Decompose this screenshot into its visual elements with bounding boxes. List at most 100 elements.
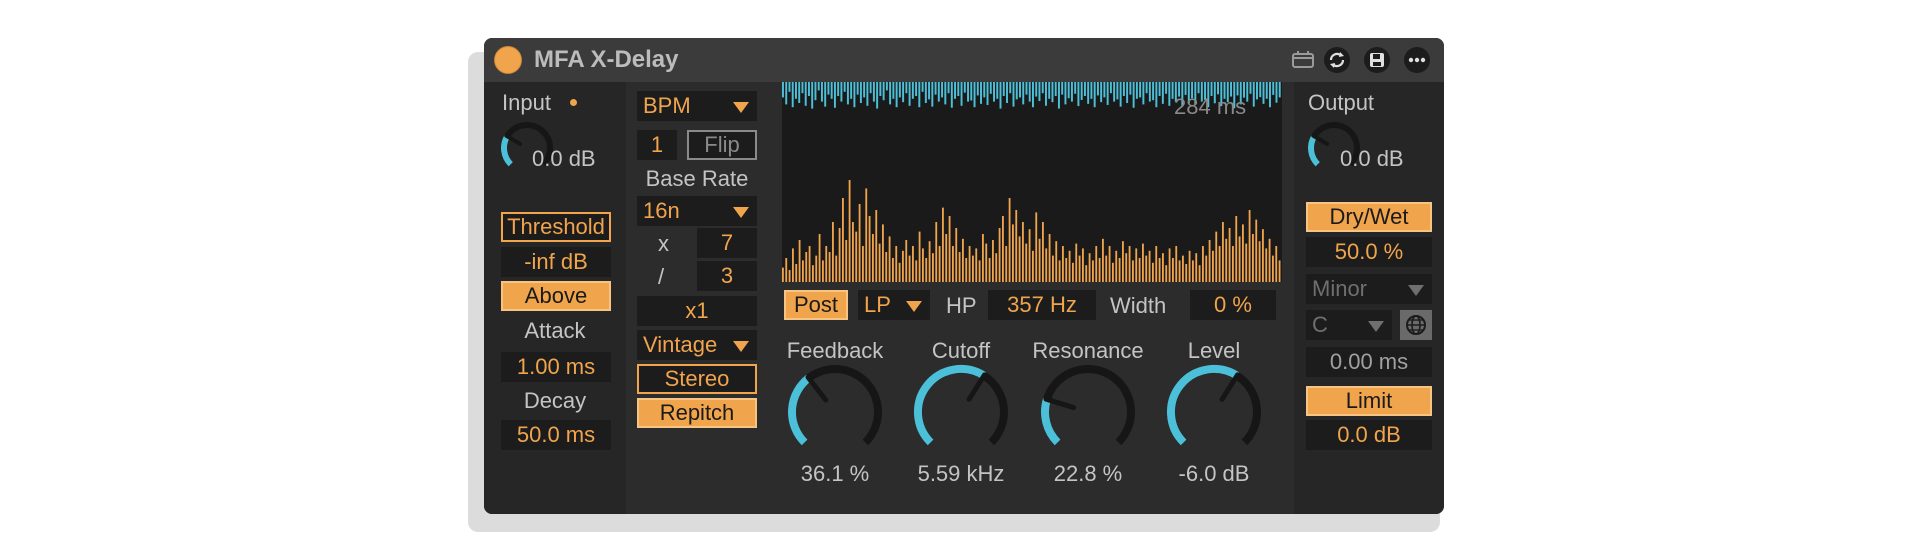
- top-wave-bar: [869, 82, 872, 94]
- above-button[interactable]: Above: [501, 281, 611, 311]
- top-wave-bar: [902, 82, 905, 103]
- bottom-wave-bar: [792, 248, 794, 282]
- feedback-knob[interactable]: [787, 364, 883, 460]
- top-wave-bar: [1002, 82, 1005, 96]
- input-gain-value: 0.0 dB: [532, 146, 596, 171]
- bottom-wave-bar: [902, 250, 904, 282]
- top-wave-bar: [905, 82, 908, 94]
- bottom-wave-bar: [958, 252, 961, 282]
- key-dropdown[interactable]: C: [1306, 310, 1392, 340]
- save-icon[interactable]: [1364, 47, 1390, 73]
- bottom-wave-bar: [1025, 243, 1028, 282]
- bottom-wave-bar: [985, 243, 988, 282]
- limit-button[interactable]: Limit: [1306, 386, 1432, 416]
- threshold-button[interactable]: Threshold: [501, 212, 611, 242]
- sync-mode-dropdown[interactable]: BPM: [637, 91, 757, 121]
- bottom-wave-bar: [1028, 229, 1031, 282]
- bottom-wave-bar: [1062, 246, 1064, 282]
- scale-dropdown[interactable]: Minor: [1306, 274, 1432, 304]
- bottom-wave-bar: [895, 246, 898, 282]
- top-wave-bar: [1168, 82, 1171, 106]
- style-value: Vintage: [643, 332, 718, 357]
- top-wave-bar: [1246, 82, 1249, 102]
- top-wave-bar: [785, 82, 788, 105]
- input-indicator-dot: [570, 99, 577, 106]
- threshold-value[interactable]: -inf dB: [501, 247, 611, 277]
- top-wave-bar: [1249, 82, 1252, 94]
- stereo-button[interactable]: Stereo: [637, 364, 757, 394]
- top-wave-bar: [859, 82, 862, 103]
- style-dropdown[interactable]: Vintage: [637, 330, 757, 360]
- bottom-wave-bar: [838, 228, 841, 282]
- bottom-wave-bar: [878, 243, 881, 282]
- filter-type-dropdown[interactable]: LP: [858, 290, 930, 320]
- dry-wet-value[interactable]: 50.0 %: [1306, 237, 1432, 267]
- repitch-button[interactable]: Repitch: [637, 398, 757, 428]
- bottom-wave-bar: [1235, 216, 1238, 282]
- bottom-wave-bar: [1055, 241, 1058, 282]
- top-wave-bar: [820, 82, 823, 102]
- cutoff-value: 5.59 kHz: [917, 461, 1005, 486]
- top-wave-bar: [1015, 82, 1018, 100]
- bottom-wave-bar: [1265, 248, 1268, 282]
- bottom-wave-bar: [805, 252, 808, 282]
- sync-icon[interactable]: [1324, 47, 1350, 73]
- base-rate-dropdown[interactable]: 16n: [637, 196, 757, 226]
- top-wave-bar: [1054, 82, 1057, 96]
- feedback-label: Feedback: [786, 338, 884, 363]
- bottom-wave-bar: [905, 240, 908, 282]
- top-wave-bar: [1139, 82, 1142, 98]
- post-button[interactable]: Post: [784, 290, 848, 320]
- top-wave-bar: [830, 82, 833, 99]
- bottom-wave-bar: [868, 216, 871, 282]
- count-value[interactable]: 1: [637, 130, 677, 160]
- dry-wet-button[interactable]: Dry/Wet: [1306, 202, 1432, 232]
- width-value[interactable]: 0 %: [1190, 290, 1276, 320]
- top-wave-bar: [1096, 82, 1099, 96]
- decay-value[interactable]: 50.0 ms: [501, 420, 611, 450]
- base-rate-value: 16n: [643, 198, 680, 223]
- device-power-button[interactable]: [494, 46, 522, 74]
- level-label: Level: [1187, 338, 1241, 363]
- top-wave-bar: [1067, 82, 1070, 99]
- resonance-knob[interactable]: [1040, 364, 1136, 460]
- top-wave-bar: [1083, 82, 1086, 96]
- bottom-wave-bar: [865, 188, 868, 282]
- level-knob[interactable]: [1166, 364, 1262, 460]
- clip-icon[interactable]: [1290, 49, 1316, 71]
- bottom-wave-bar: [1075, 243, 1078, 282]
- more-icon[interactable]: [1404, 47, 1430, 73]
- top-wave-bar: [850, 82, 853, 99]
- bottom-wave-bar: [1242, 224, 1244, 282]
- bottom-wave-bar: [1225, 238, 1228, 282]
- limit-value[interactable]: 0.0 dB: [1306, 420, 1432, 450]
- top-wave-bar: [1148, 82, 1151, 102]
- top-wave-bar: [1057, 82, 1060, 109]
- globe-icon[interactable]: [1400, 310, 1432, 340]
- bottom-wave-bar: [1045, 248, 1048, 282]
- top-wave-bar: [879, 82, 882, 96]
- bottom-wave-bar: [872, 234, 874, 282]
- bottom-wave-bar: [1012, 224, 1014, 282]
- bottom-wave-bar: [798, 240, 801, 282]
- bottom-wave-bar: [935, 222, 938, 282]
- top-wave-bar: [1048, 82, 1051, 99]
- divide-value[interactable]: 3: [697, 261, 757, 291]
- top-wave-bar: [934, 82, 937, 95]
- bottom-wave-bar: [992, 240, 994, 282]
- time-offset-value[interactable]: 0.00 ms: [1306, 347, 1432, 377]
- top-wave-bar: [941, 82, 944, 98]
- cutoff-knob[interactable]: [913, 364, 1009, 460]
- multiplier-value[interactable]: x1: [637, 296, 757, 326]
- top-wave-bar: [1275, 82, 1278, 103]
- top-wave-bar: [1278, 82, 1281, 98]
- top-wave-bar: [843, 82, 846, 92]
- bottom-wave-bar: [818, 234, 821, 282]
- attack-value[interactable]: 1.00 ms: [501, 352, 611, 382]
- flip-button[interactable]: Flip: [687, 130, 757, 160]
- bottom-wave-bar: [875, 210, 878, 282]
- multiply-value[interactable]: 7: [697, 228, 757, 258]
- hp-value[interactable]: 357 Hz: [988, 290, 1096, 320]
- bottom-wave-bar: [1092, 260, 1094, 282]
- top-wave-bar: [853, 82, 856, 108]
